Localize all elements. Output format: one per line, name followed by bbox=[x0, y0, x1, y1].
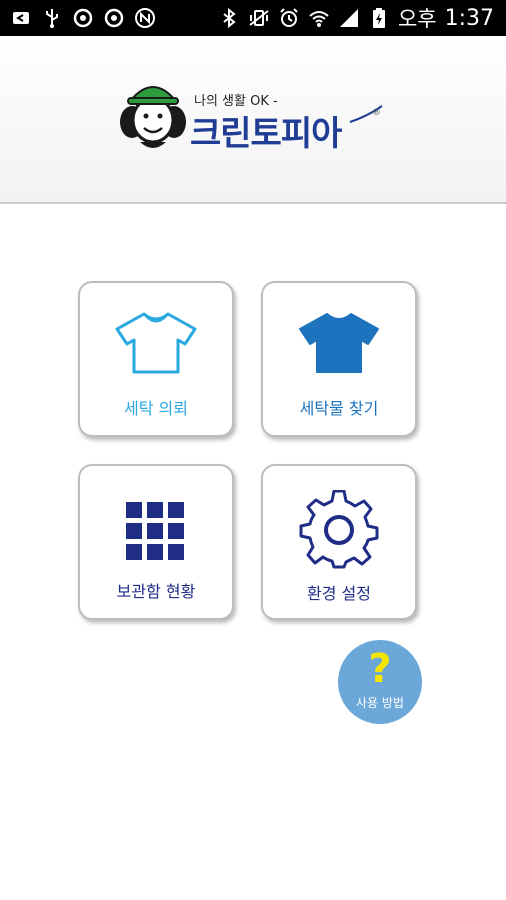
nfc-icon bbox=[134, 7, 156, 29]
bluetooth-icon bbox=[218, 7, 240, 29]
usb-icon bbox=[41, 7, 63, 29]
laundry-pickup-button[interactable]: 세탁물 찾기 bbox=[261, 281, 417, 437]
sync-icon bbox=[72, 7, 94, 29]
grid-icon bbox=[80, 502, 232, 562]
tshirt-filled-icon bbox=[263, 311, 415, 375]
sync-icon bbox=[103, 7, 125, 29]
vibrate-icon bbox=[248, 7, 270, 29]
storage-status-label: 보관함 현황 bbox=[116, 582, 196, 601]
wifi-icon bbox=[308, 7, 330, 29]
status-bar: 오후 1:37 bbox=[0, 0, 506, 36]
app-header: 나의 생활 OK - 크린토피아 ® bbox=[0, 36, 506, 204]
question-mark-icon: ? bbox=[368, 646, 392, 692]
gear-icon bbox=[263, 490, 415, 570]
settings-label: 환경 설정 bbox=[307, 584, 371, 603]
usb-debug-icon bbox=[10, 7, 32, 29]
status-left-icons bbox=[10, 0, 156, 36]
storage-status-button[interactable]: 보관함 현황 bbox=[78, 464, 234, 620]
status-time: 1:37 bbox=[444, 5, 494, 31]
tshirt-outline-icon bbox=[80, 311, 232, 375]
status-right-icons: 오후 1:37 bbox=[218, 0, 494, 36]
status-ampm: 오후 bbox=[397, 7, 437, 31]
mascot-logo-icon bbox=[120, 86, 186, 148]
laundry-request-label: 세탁 의뢰 bbox=[124, 399, 188, 418]
alarm-icon bbox=[278, 7, 300, 29]
signal-icon bbox=[338, 7, 360, 29]
help-button[interactable]: ? 사용 방법 bbox=[338, 640, 422, 724]
laundry-pickup-label: 세탁물 찾기 bbox=[299, 399, 379, 418]
battery-icon bbox=[368, 7, 390, 29]
brand-wordmark: 크린토피아 bbox=[190, 114, 342, 154]
help-label: 사용 방법 bbox=[356, 696, 404, 710]
settings-button[interactable]: 환경 설정 bbox=[261, 464, 417, 620]
laundry-request-button[interactable]: 세탁 의뢰 bbox=[78, 281, 234, 437]
registered-mark: ® bbox=[372, 108, 381, 118]
